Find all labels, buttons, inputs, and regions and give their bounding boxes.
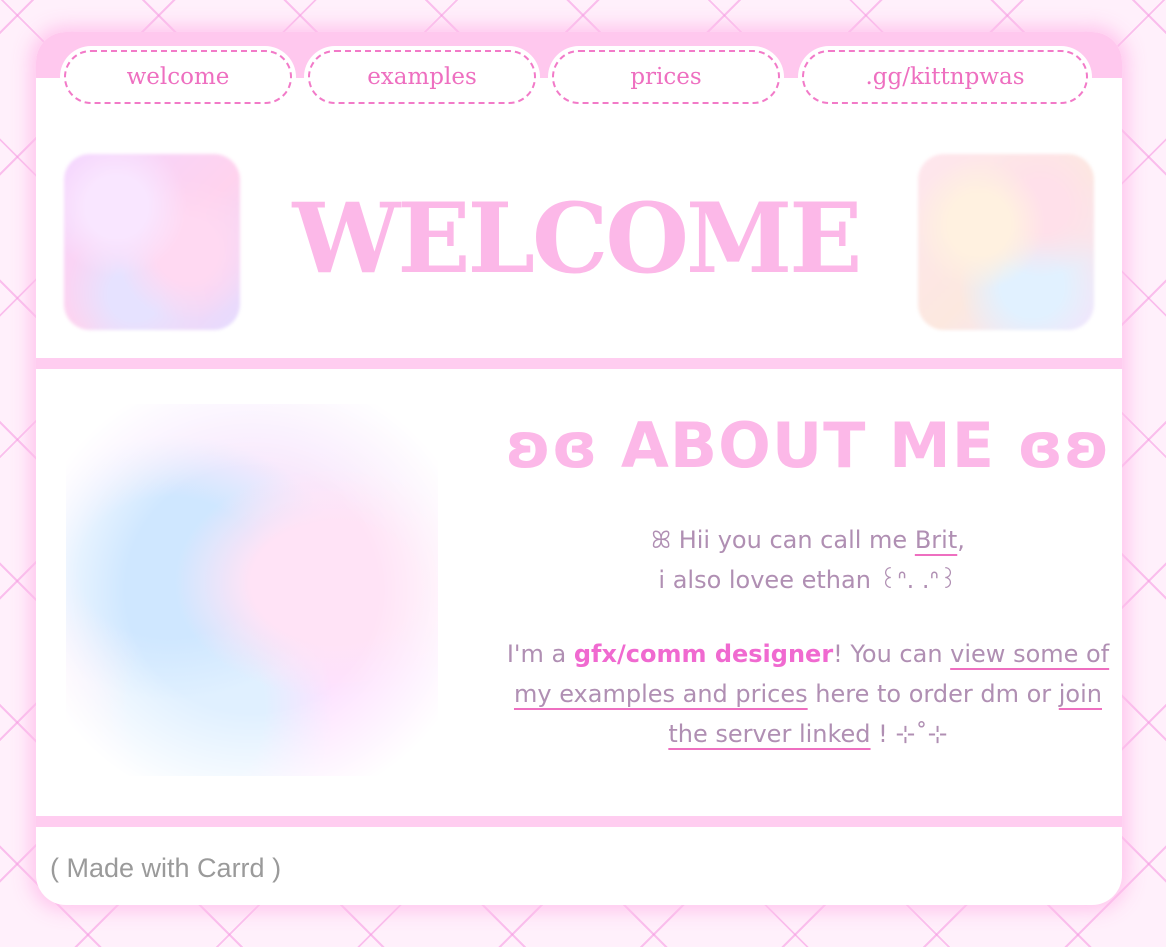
- main-card: welcome examples prices .gg/kittnpwas WE…: [36, 32, 1122, 905]
- made-with-carrd-link[interactable]: ( Made with Carrd ): [50, 850, 281, 886]
- nav-prices-button[interactable]: prices: [552, 50, 780, 104]
- desc-part3: here to order dm or: [807, 680, 1059, 708]
- section-divider: [36, 358, 1122, 369]
- intro-prefix: ꕤ Hii you can call me: [651, 526, 915, 554]
- nav-examples-button[interactable]: examples: [308, 50, 536, 104]
- header-image-left: [64, 154, 240, 330]
- intro-line2: i also lovee ethan ꒰ᐢ. .ᐢ꒱: [658, 566, 958, 594]
- footer-divider: [36, 816, 1122, 827]
- page-title: WELCOME: [292, 181, 863, 295]
- about-title: ʚɞ ABOUT ME ɞʚ: [505, 409, 1111, 482]
- bio-intro: ꕤ Hii you can call me Brit, i also lovee …: [498, 520, 1118, 600]
- nav-server-link[interactable]: .gg/kittnpwas: [802, 50, 1088, 104]
- plush-bears-photo: [66, 404, 438, 776]
- name-link[interactable]: Brit: [915, 526, 957, 554]
- role-highlight: gfx/comm designer: [573, 640, 834, 668]
- desc-part1: I'm a: [506, 640, 574, 668]
- desc-part2: ! You can: [833, 640, 951, 668]
- bio-description: I'm a gfx/comm designer! You can view so…: [498, 634, 1118, 754]
- intro-suffix: ,: [957, 526, 965, 554]
- header-image-right: [918, 154, 1094, 330]
- nav-welcome-button[interactable]: welcome: [64, 50, 292, 104]
- desc-part4: ! ⊹˚⊹: [870, 720, 948, 748]
